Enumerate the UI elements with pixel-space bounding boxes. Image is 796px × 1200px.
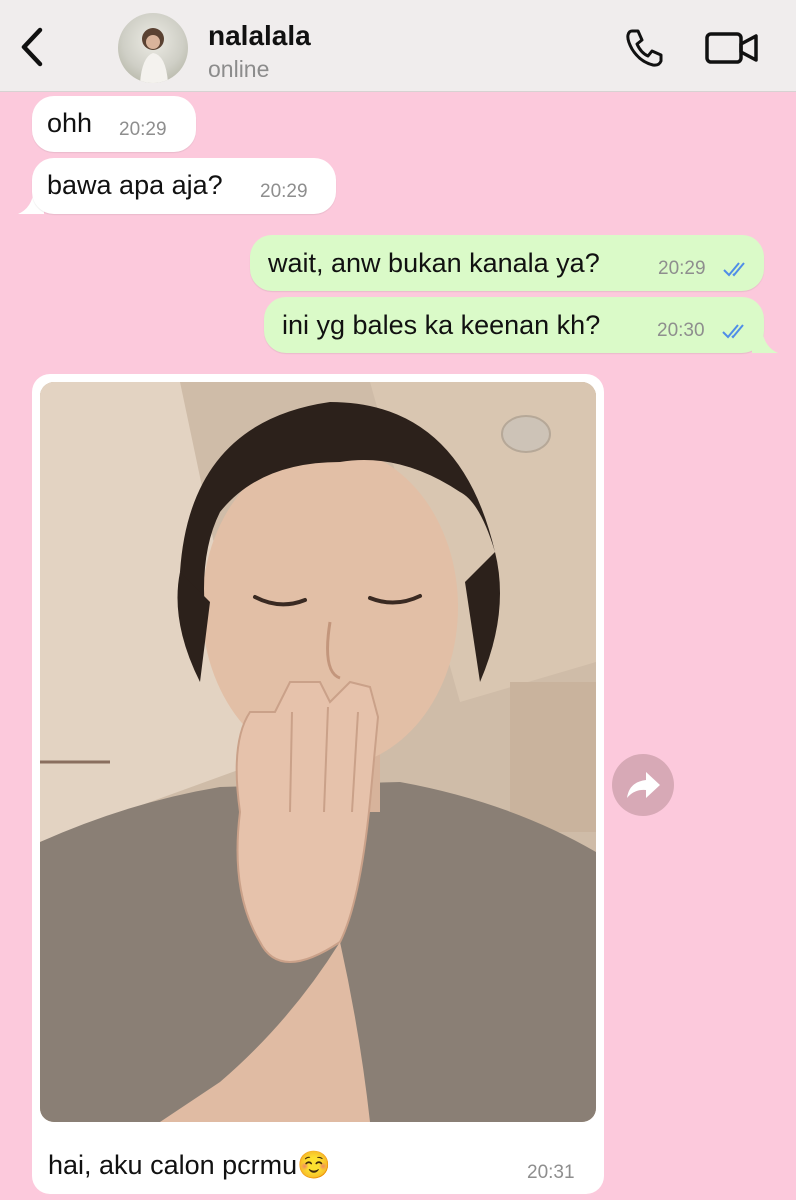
message-time: 20:29	[260, 181, 308, 202]
read-receipt-icon	[722, 324, 744, 339]
photo-image[interactable]	[40, 382, 596, 1122]
message-bubble-incoming[interactable]: bawa apa aja? 20:29	[32, 158, 336, 214]
contact-status: online	[208, 56, 270, 82]
message-time: 20:29	[658, 258, 706, 279]
chat-header: nalalala online	[0, 0, 796, 92]
message-time: 20:29	[119, 119, 167, 140]
message-bubble-incoming[interactable]: ohh 20:29	[32, 96, 196, 152]
read-receipt-icon	[723, 262, 745, 277]
forward-button[interactable]	[612, 754, 674, 816]
message-text: wait, anw bukan kanala ya?	[268, 248, 600, 278]
video-camera-icon[interactable]	[704, 28, 760, 68]
message-text: bawa apa aja?	[47, 170, 223, 200]
avatar[interactable]	[118, 13, 188, 83]
message-bubble-outgoing[interactable]: wait, anw bukan kanala ya? 20:29	[250, 235, 764, 291]
message-text: ini yg bales ka keenan kh?	[282, 310, 601, 340]
message-time: 20:31	[527, 1162, 575, 1183]
message-bubble-outgoing[interactable]: ini yg bales ka keenan kh? 20:30	[264, 297, 764, 353]
message-text: ohh	[47, 108, 93, 138]
chevron-left-icon[interactable]	[16, 26, 48, 68]
phone-icon[interactable]	[622, 26, 666, 70]
forward-arrow-icon	[627, 772, 660, 798]
contact-name[interactable]: nalalala	[208, 20, 311, 52]
bubble-tail	[752, 329, 778, 353]
message-time: 20:30	[657, 320, 705, 341]
photo-message[interactable]: hai, aku calon pcrmu☺️ 20:31	[32, 374, 604, 1194]
photo-caption: hai, aku calon pcrmu☺️	[48, 1150, 331, 1180]
